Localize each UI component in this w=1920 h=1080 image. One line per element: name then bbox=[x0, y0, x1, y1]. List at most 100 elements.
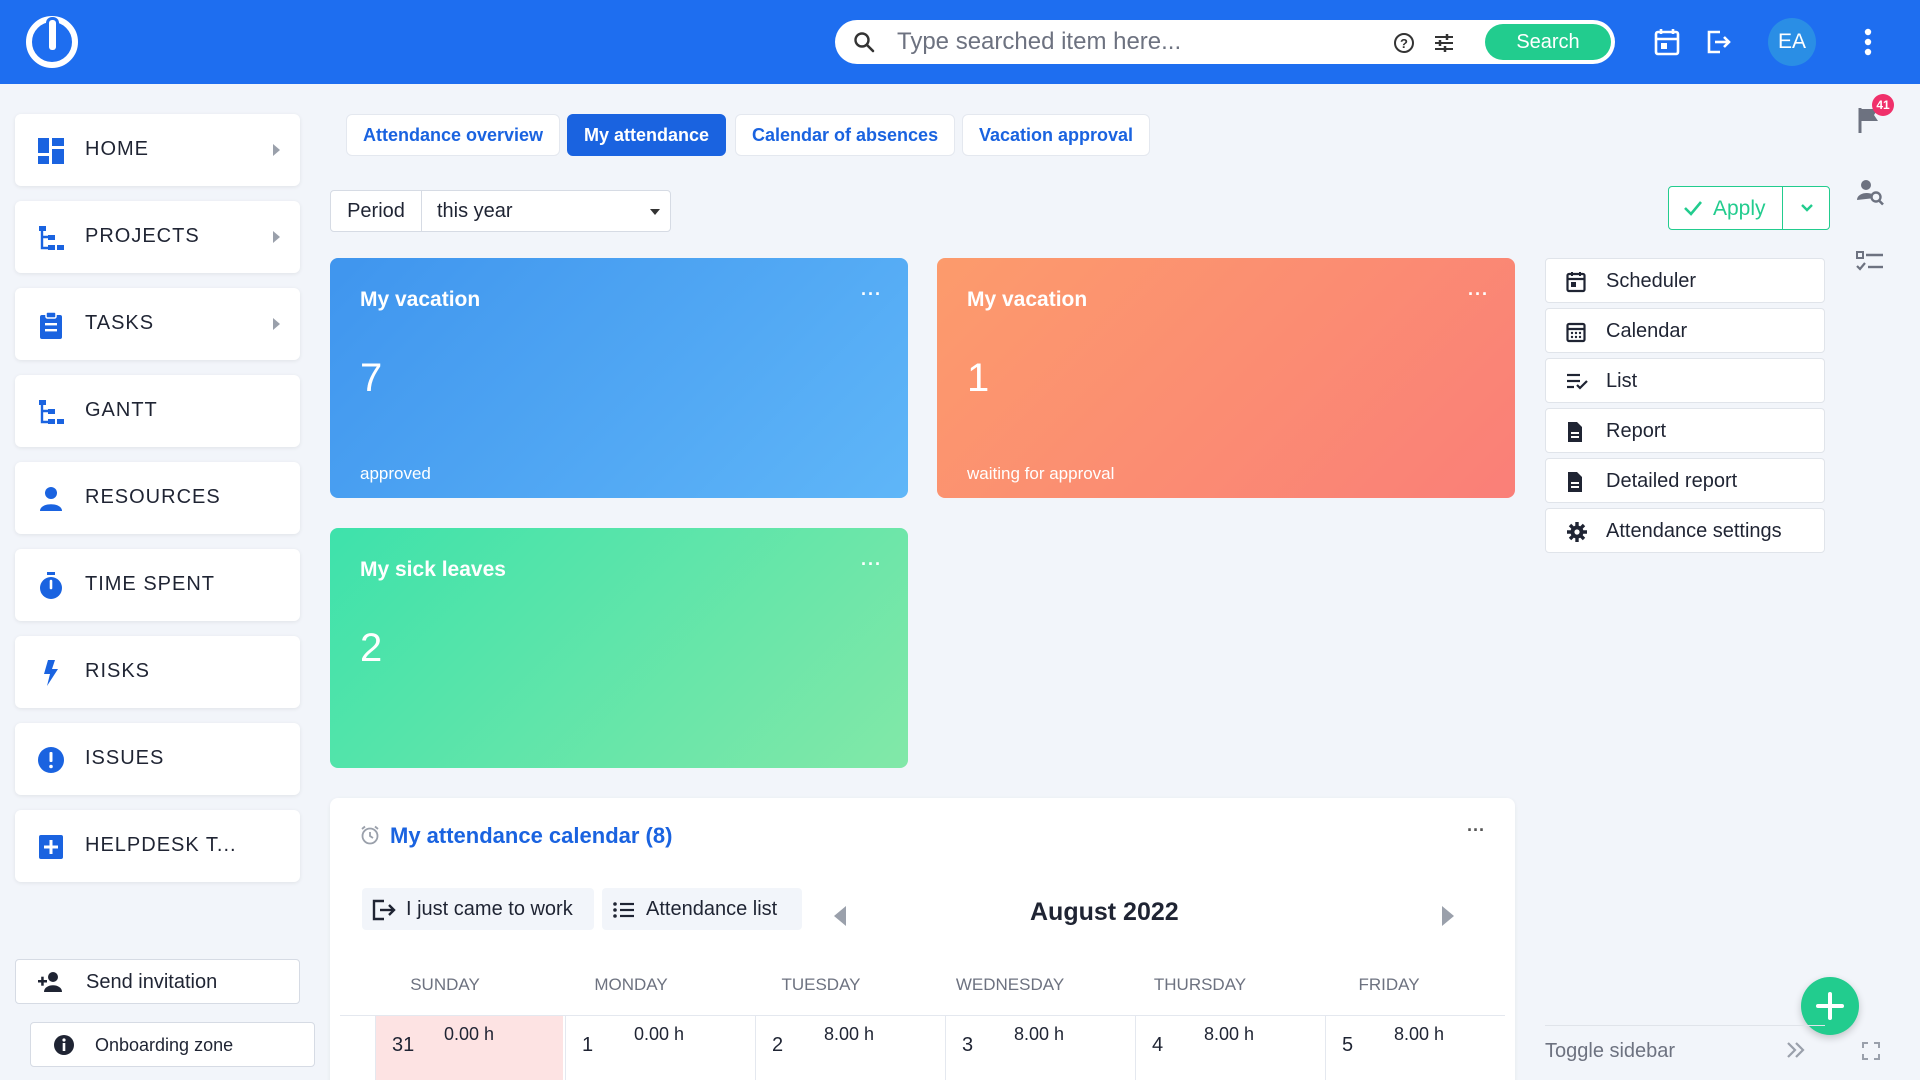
card-value: 1 bbox=[967, 356, 990, 400]
sidebar-item-label: ISSUES bbox=[85, 747, 165, 769]
previous-month-button[interactable] bbox=[834, 906, 846, 926]
send-invitation-button[interactable]: Send invitation bbox=[15, 959, 300, 1004]
gear-icon bbox=[1566, 521, 1588, 548]
calendar-day-cell[interactable]: 3 8.00 h bbox=[945, 1016, 1133, 1080]
period-value: this year bbox=[437, 200, 513, 222]
tab-calendar-of-absences[interactable]: Calendar of absences bbox=[735, 114, 956, 156]
login-icon bbox=[372, 899, 398, 927]
plus-box-icon bbox=[37, 833, 65, 861]
day-header: THURSDAY bbox=[1153, 975, 1247, 994]
tab-vacation-approval[interactable]: Vacation approval bbox=[962, 114, 1151, 156]
filter-settings-icon[interactable] bbox=[1433, 32, 1455, 59]
add-button[interactable] bbox=[1801, 977, 1859, 1035]
calendar-icon[interactable] bbox=[1654, 28, 1680, 61]
day-number: 2 bbox=[772, 1034, 784, 1056]
calendar-title[interactable]: My attendance calendar (8) bbox=[390, 823, 672, 849]
list-check-icon bbox=[1566, 371, 1588, 396]
came-to-work-label: I just came to work bbox=[406, 898, 573, 920]
attendance-list-button[interactable]: Attendance list bbox=[602, 888, 802, 930]
sidebar-item-gantt[interactable]: GANTT bbox=[15, 375, 300, 447]
chevron-down-icon[interactable] bbox=[1800, 201, 1814, 219]
sidebar-item-label: TASKS bbox=[85, 312, 155, 334]
tab-my-attendance[interactable]: My attendance bbox=[567, 114, 727, 156]
sick-leaves-card: My sick leaves ··· 2 bbox=[330, 528, 908, 768]
search-bar: ? Search bbox=[835, 20, 1615, 64]
double-chevron-right-icon[interactable] bbox=[1785, 1040, 1807, 1065]
apply-button[interactable]: Apply bbox=[1668, 186, 1830, 230]
day-hours: 8.00 h bbox=[824, 1024, 875, 1044]
logout-icon[interactable] bbox=[1706, 28, 1732, 61]
next-month-button[interactable] bbox=[1442, 906, 1454, 926]
calendar-more-button[interactable]: ··· bbox=[1467, 820, 1485, 841]
user-search-icon[interactable] bbox=[1856, 178, 1884, 211]
onboarding-zone-button[interactable]: Onboarding zone bbox=[30, 1022, 315, 1067]
sidebar-divider bbox=[1545, 1025, 1825, 1026]
card-more-button[interactable]: ··· bbox=[861, 284, 882, 305]
notification-count-badge: 41 bbox=[1872, 94, 1894, 116]
attendance-settings-link[interactable]: Attendance settings bbox=[1545, 508, 1825, 553]
list-link[interactable]: List bbox=[1545, 358, 1825, 403]
sidebar-item-resources[interactable]: RESOURCES bbox=[15, 462, 300, 534]
app-logo-icon[interactable] bbox=[26, 16, 78, 68]
month-label: August 2022 bbox=[1030, 898, 1179, 926]
check-icon bbox=[1683, 199, 1703, 222]
sidebar-item-home[interactable]: HOME bbox=[15, 114, 300, 186]
more-vertical-icon[interactable] bbox=[1864, 28, 1872, 61]
sidebar-item-tasks[interactable]: TASKS bbox=[15, 288, 300, 360]
sidebar-item-label: HOME bbox=[85, 138, 149, 160]
vacation-approved-card: My vacation ··· 7 approved bbox=[330, 258, 908, 498]
calendar-link[interactable]: Calendar bbox=[1545, 308, 1825, 353]
person-icon bbox=[37, 485, 65, 513]
svg-text:?: ? bbox=[1400, 36, 1408, 51]
search-button[interactable]: Search bbox=[1485, 24, 1611, 60]
sidebar-item-helpdesk[interactable]: HELPDESK T... bbox=[15, 810, 300, 882]
card-value: 7 bbox=[360, 356, 383, 400]
fullscreen-icon[interactable] bbox=[1862, 1042, 1880, 1065]
sidebar-item-projects[interactable]: PROJECTS bbox=[15, 201, 300, 273]
day-number: 31 bbox=[392, 1034, 415, 1056]
calendar-day-cell[interactable]: 31 0.00 h bbox=[375, 1016, 563, 1080]
sidebar-item-label: PROJECTS bbox=[85, 225, 200, 247]
quick-link-label: Scheduler bbox=[1606, 270, 1697, 292]
list-icon bbox=[612, 899, 636, 927]
tab-attendance-overview[interactable]: Attendance overview bbox=[346, 114, 561, 156]
period-select[interactable]: this year bbox=[421, 190, 671, 232]
day-hours: 8.00 h bbox=[1204, 1024, 1255, 1044]
top-bar: ? Search EA bbox=[0, 0, 1920, 84]
calendar-day-cell[interactable]: 2 8.00 h bbox=[755, 1016, 943, 1080]
calendar-day-icon bbox=[1566, 271, 1586, 298]
gantt-icon bbox=[37, 398, 65, 426]
chevron-right-icon bbox=[273, 231, 280, 243]
card-subtitle: approved bbox=[360, 464, 431, 483]
chevron-right-icon bbox=[273, 318, 280, 330]
sidebar-item-risks[interactable]: RISKS bbox=[15, 636, 300, 708]
detailed-report-link[interactable]: Detailed report bbox=[1545, 458, 1825, 503]
came-to-work-button[interactable]: I just came to work bbox=[362, 888, 594, 930]
day-hours: 8.00 h bbox=[1394, 1024, 1445, 1044]
scheduler-link[interactable]: Scheduler bbox=[1545, 258, 1825, 303]
stopwatch-icon bbox=[37, 572, 65, 600]
day-number: 4 bbox=[1152, 1034, 1164, 1056]
quick-link-label: Calendar bbox=[1606, 320, 1688, 342]
card-more-button[interactable]: ··· bbox=[1468, 284, 1489, 305]
calendar-day-cell[interactable]: 4 8.00 h bbox=[1135, 1016, 1323, 1080]
card-more-button[interactable]: ··· bbox=[861, 554, 882, 575]
quick-link-label: Report bbox=[1606, 420, 1667, 442]
day-number: 5 bbox=[1342, 1034, 1354, 1056]
checklist-icon[interactable] bbox=[1856, 250, 1884, 279]
sidebar-item-issues[interactable]: ISSUES bbox=[15, 723, 300, 795]
help-icon[interactable]: ? bbox=[1393, 32, 1415, 59]
calendar-day-cell[interactable]: 1 0.00 h bbox=[565, 1016, 753, 1080]
apply-label: Apply bbox=[1713, 197, 1766, 220]
sidebar-item-time-spent[interactable]: TIME SPENT bbox=[15, 549, 300, 621]
vacation-pending-card: My vacation ··· 1 waiting for approval bbox=[937, 258, 1515, 498]
document-icon bbox=[1566, 471, 1584, 498]
clipboard-icon bbox=[37, 311, 65, 339]
calendar-day-cell[interactable]: 5 8.00 h bbox=[1325, 1016, 1513, 1080]
alert-circle-icon bbox=[37, 746, 65, 774]
report-link[interactable]: Report bbox=[1545, 408, 1825, 453]
toggle-sidebar-button[interactable]: Toggle sidebar bbox=[1545, 1040, 1675, 1063]
avatar[interactable]: EA bbox=[1768, 18, 1816, 66]
search-input[interactable] bbox=[897, 26, 1357, 58]
day-header: WEDNESDAY bbox=[955, 975, 1065, 994]
